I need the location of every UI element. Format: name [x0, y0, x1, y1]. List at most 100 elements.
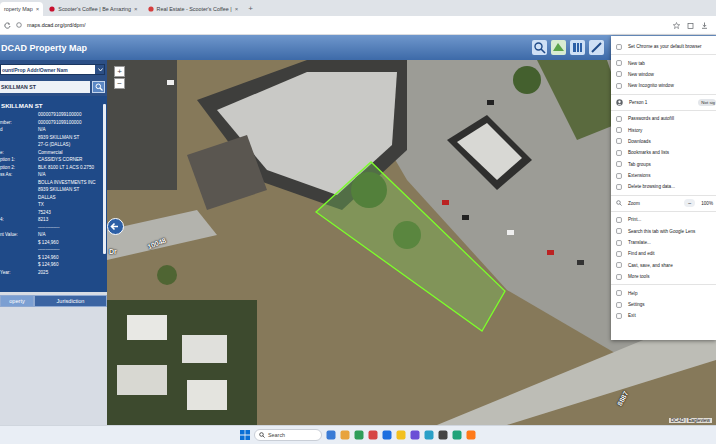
menu-item[interactable]: Bookmarks and lists	[611, 147, 716, 158]
menu-item-icon	[616, 313, 622, 319]
search-button[interactable]	[92, 81, 105, 93]
menu-item-label: Set Chrome as your default browser	[628, 44, 702, 49]
app-icon[interactable]	[382, 430, 392, 440]
app-icon[interactable]	[466, 430, 476, 440]
browser-tab[interactable]: roperty Map×	[0, 2, 43, 16]
menu-item[interactable]: Exit	[611, 310, 716, 321]
menu-item-icon	[616, 71, 622, 77]
menu-item[interactable]: History	[611, 124, 716, 135]
app-icon[interactable]	[410, 430, 420, 440]
menu-item-icon	[616, 302, 622, 308]
extension-icon[interactable]	[687, 22, 694, 29]
app-icon[interactable]	[438, 430, 448, 440]
detail-label: mber:	[0, 119, 38, 127]
app-icon[interactable]	[354, 430, 364, 440]
measure-tool-icon[interactable]	[589, 40, 604, 55]
menu-item[interactable]: Set Chrome as your default browser	[611, 41, 716, 52]
menu-item[interactable]: Passwords and autofill	[611, 113, 716, 124]
browser-tab[interactable]: Real Estate - Scooter's Coffee |×	[144, 2, 243, 16]
zoom-in-button[interactable]: +	[114, 66, 125, 77]
menu-item[interactable]: Downloads	[611, 136, 716, 147]
reload-icon[interactable]	[4, 22, 11, 29]
zoom-out-button[interactable]: −	[684, 199, 695, 207]
menu-item[interactable]: Settings	[611, 299, 716, 310]
detail-label	[0, 111, 38, 119]
menu-item[interactable]: New window	[611, 69, 716, 80]
app-icon[interactable]	[368, 430, 378, 440]
menu-item[interactable]: Zoom −100%	[611, 198, 716, 209]
menu-item[interactable]: Print...	[611, 214, 716, 225]
detail-row: $ 124,960	[0, 261, 107, 269]
zoom-out-button[interactable]: −	[114, 78, 125, 89]
menu-item-label: New tab	[628, 61, 645, 66]
menu-item[interactable]: Extensions	[611, 170, 716, 181]
menu-item-label: Downloads	[628, 139, 651, 144]
search-mode-dropdown[interactable]: ount/Prop Addr/Owner Nam	[0, 64, 105, 75]
chrome-menu: Set Chrome as your default browser New ta…	[611, 36, 716, 340]
browser-tab[interactable]: Scooter's Coffee | Be Amazing×	[45, 2, 141, 16]
app-title: DCAD Property Map	[1, 43, 87, 53]
detail-label	[0, 239, 38, 247]
app-icon[interactable]	[452, 430, 462, 440]
menu-group: Print... Search this tab with Google Lens…	[611, 212, 716, 285]
menu-item[interactable]: Find and edit	[611, 248, 716, 259]
panel-tab[interactable]: operty	[0, 295, 34, 307]
search-tool-icon[interactable]	[532, 40, 547, 55]
panel-tabs: opertyJurisdiction	[0, 295, 107, 307]
detail-value: $ 124,960	[38, 254, 99, 262]
menu-item[interactable]: Tab groups	[611, 159, 716, 170]
menu-item[interactable]: Cast, save, and share	[611, 260, 716, 271]
menu-item-label: Bookmarks and lists	[628, 150, 669, 155]
star-icon[interactable]	[673, 22, 680, 29]
menu-item[interactable]: New Incognito window	[611, 80, 716, 91]
menu-item[interactable]: Help	[611, 287, 716, 298]
toolbar-icons	[673, 22, 712, 29]
site-info-icon[interactable]	[16, 22, 22, 28]
search-field[interactable]: SKILLMAN ST	[0, 81, 90, 93]
detail-value: $ 124,960	[38, 261, 99, 269]
tab-close-button[interactable]: ×	[36, 6, 40, 12]
detail-row: DALLAS	[0, 194, 107, 202]
menu-item-label: Zoom	[628, 201, 640, 206]
app-icon[interactable]	[340, 430, 350, 440]
panel-tab[interactable]: Jurisdiction	[34, 295, 107, 307]
menu-item[interactable]: New tab	[611, 57, 716, 68]
menu-item-icon	[616, 83, 622, 89]
site-icon	[49, 6, 55, 12]
app-icon[interactable]	[396, 430, 406, 440]
tab-close-button[interactable]: ×	[134, 6, 138, 12]
menu-group: Zoom −100%	[611, 196, 716, 212]
back-button[interactable]	[107, 218, 124, 235]
layers-tool-icon[interactable]	[551, 40, 566, 55]
scrollbar[interactable]	[103, 104, 106, 254]
menu-item[interactable]: Delete browsing data...	[611, 181, 716, 192]
app-icon[interactable]	[424, 430, 434, 440]
map-attribution: DCAD | Eagleview	[669, 418, 712, 423]
windows-logo-icon[interactable]	[240, 430, 250, 440]
zoom-controls: −100%	[684, 199, 716, 207]
new-tab-button[interactable]: +	[244, 4, 257, 13]
menu-item-label: Print...	[628, 217, 641, 222]
menu-item-icon	[616, 251, 622, 257]
sign-in-badge[interactable]: Not sig	[698, 99, 716, 106]
menu-item[interactable]: More tools	[611, 271, 716, 282]
search-icon	[259, 432, 265, 438]
dropdown-button[interactable]	[95, 65, 104, 74]
detail-value: BLK 8100 LT 1 ACS 0.2750	[38, 164, 99, 172]
menu-item[interactable]: Person 1Not sig	[611, 97, 716, 108]
detail-label	[0, 246, 38, 254]
app-icon[interactable]	[326, 430, 336, 440]
magnifier-icon	[95, 83, 103, 91]
menu-item[interactable]: Translate...	[611, 237, 716, 248]
grid-tool-icon[interactable]	[570, 40, 585, 55]
detail-value: N/A	[38, 171, 99, 179]
search-row: SKILLMAN ST	[0, 81, 105, 93]
menu-item[interactable]: Search this tab with Google Lens	[611, 225, 716, 236]
menu-item-label: Translate...	[628, 240, 651, 245]
taskbar-search[interactable]: Search	[254, 429, 322, 441]
url-field[interactable]: maps.dcad.org/prd/dpm/	[27, 22, 668, 28]
tab-close-button[interactable]: ×	[235, 6, 239, 12]
detail-label	[0, 179, 38, 187]
download-icon[interactable]	[701, 22, 708, 29]
menu-item-label: Passwords and autofill	[628, 116, 674, 121]
